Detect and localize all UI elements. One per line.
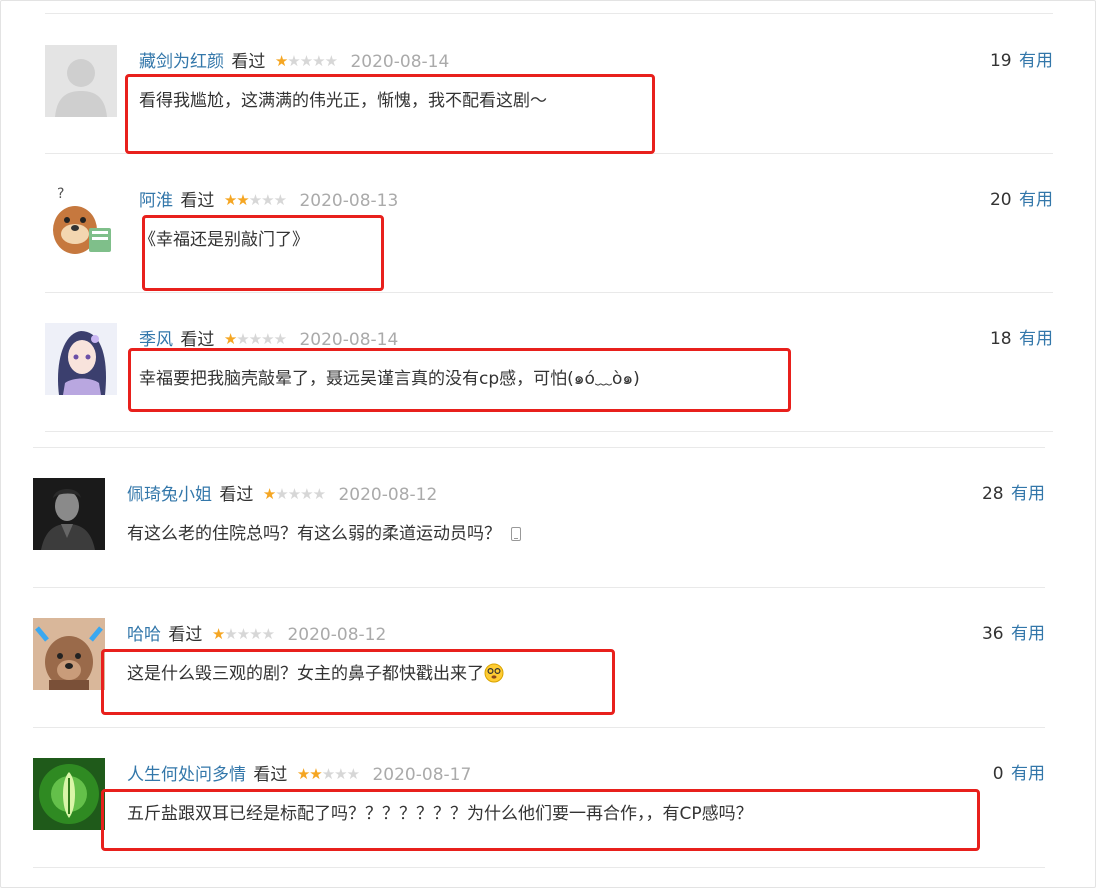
divider xyxy=(33,587,1045,588)
divider xyxy=(45,431,1053,432)
star-filled-icon: ★ xyxy=(223,330,237,348)
comment-date: 2020-08-14 xyxy=(299,330,399,350)
username-link[interactable]: 季风 xyxy=(139,330,173,350)
divider xyxy=(33,447,1045,448)
comment-meta: 阿淮 看过 ★★★★★ 2020-08-13 xyxy=(139,188,398,213)
comment-date: 2020-08-12 xyxy=(287,625,387,645)
comment-text: 有这么老的住院总吗？有这么弱的柔道运动员吗？ xyxy=(127,522,521,546)
svg-text:?: ? xyxy=(57,186,64,202)
anime-avatar-icon[interactable] xyxy=(45,323,117,395)
comment-text-content: 有这么老的住院总吗？有这么弱的柔道运动员吗？ xyxy=(127,524,501,544)
star-filled-icon: ★ xyxy=(296,765,310,783)
star-filled-icon: ★ xyxy=(211,625,225,643)
green-plant-avatar-icon[interactable] xyxy=(33,758,105,830)
useful-button[interactable]: 有用 xyxy=(1011,484,1045,504)
default-avatar-icon[interactable] xyxy=(45,45,117,117)
vote-number: 0 xyxy=(992,764,1004,784)
vote-count: 20 有用 xyxy=(990,188,1053,212)
divider xyxy=(33,867,1045,868)
comment-meta: 人生何处问多情 看过 ★★★★★ 2020-08-17 xyxy=(127,762,471,787)
username-link[interactable]: 藏剑为红颜 xyxy=(139,52,224,72)
star-empty-icon: ★ xyxy=(248,330,262,348)
comment-item: 佩琦兔小姐 看过 ★★★★★ 2020-08-12 28 有用 有这么老的住院总… xyxy=(33,478,1045,588)
watch-status: 看过 xyxy=(231,52,266,72)
divider xyxy=(33,727,1045,728)
star-empty-icon: ★ xyxy=(261,625,275,643)
star-empty-icon: ★ xyxy=(312,485,326,503)
star-empty-icon: ★ xyxy=(236,625,250,643)
star-filled-icon: ★ xyxy=(223,191,237,209)
portrait-avatar-icon[interactable] xyxy=(33,478,105,550)
watch-status: 看过 xyxy=(180,191,215,211)
useful-button[interactable]: 有用 xyxy=(1011,624,1045,644)
rating-stars: ★★★★★ xyxy=(296,762,360,786)
star-empty-icon: ★ xyxy=(261,330,274,348)
star-filled-icon: ★ xyxy=(309,765,322,783)
vote-count: 19 有用 xyxy=(990,49,1053,73)
star-empty-icon: ★ xyxy=(275,485,288,503)
star-empty-icon: ★ xyxy=(248,191,262,209)
watch-status: 看过 xyxy=(253,765,288,785)
star-empty-icon: ★ xyxy=(346,765,360,783)
comment-meta: 哈哈 看过 ★★★★★ 2020-08-12 xyxy=(127,622,386,647)
rating-stars: ★★★★★ xyxy=(262,482,326,506)
star-empty-icon: ★ xyxy=(273,330,287,348)
star-empty-icon: ★ xyxy=(312,52,325,70)
vote-number: 20 xyxy=(989,190,1012,210)
rating-stars: ★★★★★ xyxy=(223,188,287,212)
star-empty-icon: ★ xyxy=(224,625,237,643)
star-filled-icon: ★ xyxy=(274,52,288,70)
watch-status: 看过 xyxy=(180,330,215,350)
highlight-box xyxy=(128,348,791,412)
star-empty-icon: ★ xyxy=(321,765,335,783)
star-empty-icon: ★ xyxy=(287,485,301,503)
star-empty-icon: ★ xyxy=(300,485,313,503)
vote-count: 28 有用 xyxy=(982,482,1045,506)
highlight-box xyxy=(142,215,384,291)
username-link[interactable]: 阿淮 xyxy=(139,191,173,211)
comment-date: 2020-08-17 xyxy=(372,765,472,785)
username-link[interactable]: 哈哈 xyxy=(127,625,161,645)
star-empty-icon: ★ xyxy=(324,52,338,70)
comment-meta: 藏剑为红颜 看过 ★★★★★ 2020-08-14 xyxy=(139,49,449,74)
star-filled-icon: ★ xyxy=(262,485,276,503)
highlight-box xyxy=(101,789,980,851)
highlight-box xyxy=(101,649,615,715)
vote-number: 19 xyxy=(989,51,1012,71)
rating-stars: ★★★★★ xyxy=(274,49,338,73)
comment-date: 2020-08-12 xyxy=(338,485,438,505)
star-empty-icon: ★ xyxy=(334,765,347,783)
useful-button[interactable]: 有用 xyxy=(1011,764,1045,784)
watch-status: 看过 xyxy=(168,625,203,645)
mobile-phone-icon xyxy=(511,527,521,541)
otter-avatar-icon[interactable]: ? xyxy=(45,184,117,256)
useful-button[interactable]: 有用 xyxy=(1019,190,1053,210)
useful-button[interactable]: 有用 xyxy=(1019,51,1053,71)
star-empty-icon: ★ xyxy=(261,191,274,209)
divider xyxy=(45,13,1053,14)
vote-number: 18 xyxy=(989,329,1012,349)
star-empty-icon: ★ xyxy=(236,330,249,348)
star-filled-icon: ★ xyxy=(236,191,249,209)
star-empty-icon: ★ xyxy=(287,52,300,70)
vote-count: 18 有用 xyxy=(990,327,1053,351)
star-empty-icon: ★ xyxy=(249,625,262,643)
comment-date: 2020-08-13 xyxy=(299,191,399,211)
highlight-box xyxy=(125,74,655,154)
star-empty-icon: ★ xyxy=(273,191,287,209)
comment-date: 2020-08-14 xyxy=(350,52,450,72)
rating-stars: ★★★★★ xyxy=(211,622,275,646)
vote-number: 28 xyxy=(981,484,1004,504)
useful-button[interactable]: 有用 xyxy=(1019,329,1053,349)
dog-avatar-icon[interactable] xyxy=(33,618,105,690)
divider xyxy=(45,292,1053,293)
star-empty-icon: ★ xyxy=(299,52,313,70)
username-link[interactable]: 佩琦兔小姐 xyxy=(127,485,212,505)
comment-meta: 佩琦兔小姐 看过 ★★★★★ 2020-08-12 xyxy=(127,482,437,507)
vote-count: 0 有用 xyxy=(993,762,1045,786)
username-link[interactable]: 人生何处问多情 xyxy=(127,765,246,785)
watch-status: 看过 xyxy=(219,485,254,505)
vote-number: 36 xyxy=(981,624,1004,644)
vote-count: 36 有用 xyxy=(982,622,1045,646)
